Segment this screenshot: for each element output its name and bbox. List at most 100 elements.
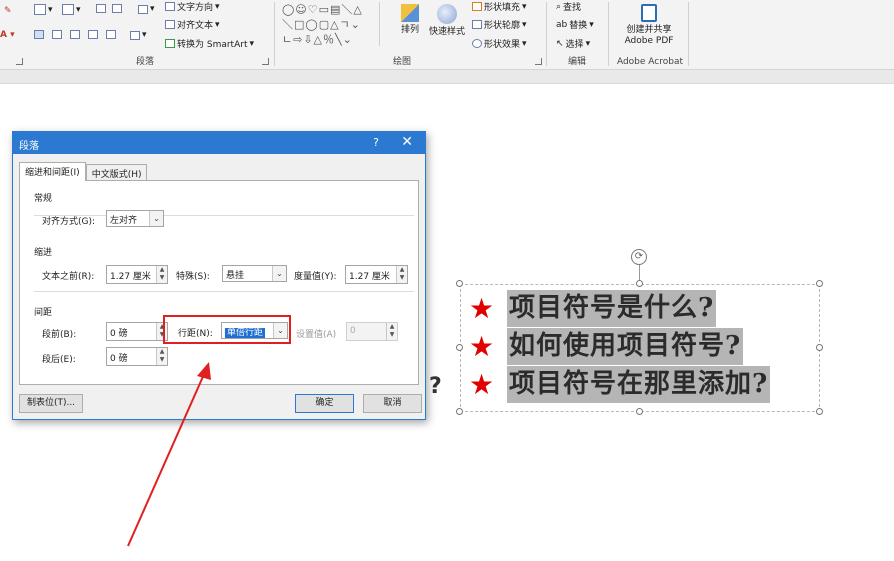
drawing-dialog-launcher[interactable]: [535, 58, 542, 65]
at-spinner[interactable]: 0 ▲ ▼: [346, 322, 398, 341]
search-icon: ⌕: [556, 1, 562, 12]
align-left-button[interactable]: [34, 30, 44, 39]
indentation-section-title: 缩进: [34, 248, 53, 258]
before-spacing-value: 0 磅: [110, 329, 128, 339]
decrease-indent-button[interactable]: [96, 4, 106, 13]
resize-handle[interactable]: [816, 280, 823, 287]
group-separator: [274, 2, 275, 66]
font-dialog-launcher[interactable]: [16, 58, 23, 65]
divider: [34, 291, 414, 292]
resize-handle[interactable]: [456, 344, 463, 351]
replace-button[interactable]: ab 替换 ▾: [556, 18, 594, 32]
align-center-button[interactable]: [52, 30, 62, 39]
shape-outline-label: 形状轮廓: [484, 21, 521, 31]
convert-smartart-button[interactable]: 转换为 SmartArt ▾: [165, 37, 254, 50]
spinner-arrows-icon[interactable]: ▲ ▼: [156, 348, 167, 365]
text-direction-label: 文字方向: [177, 3, 214, 13]
after-spacing-spinner[interactable]: 0 磅 ▲ ▼: [106, 347, 168, 366]
by-label: 度量值(Y):: [294, 272, 337, 282]
special-select[interactable]: 悬挂 ⌄: [222, 265, 287, 282]
star-bullet-icon: ★: [469, 329, 495, 363]
increase-indent-button[interactable]: [112, 4, 122, 13]
align-right-button[interactable]: [70, 30, 80, 39]
distributed-button[interactable]: [106, 30, 116, 39]
before-spacing-label: 段前(B):: [42, 330, 77, 340]
tabs-button[interactable]: 制表位(T)...: [19, 394, 83, 413]
dialog-tabs: 缩进和间距(I) 中文版式(H): [19, 162, 148, 181]
help-icon[interactable]: ?: [373, 136, 379, 149]
line-spacing-button[interactable]: ▾: [138, 4, 155, 14]
before-spacing-spinner[interactable]: 0 磅 ▲ ▼: [106, 322, 168, 341]
tab-panel: 常规 对齐方式(G): 左对齐 ⌄ 缩进 文本之前(R): 1.27 厘米 ▲ ▼…: [19, 180, 419, 385]
columns-button[interactable]: ▾: [130, 30, 147, 40]
line-spacing-highlight: [163, 315, 291, 344]
spacing-section-title: 间距: [34, 308, 53, 318]
spinner-arrows-icon[interactable]: ▲ ▼: [396, 266, 407, 283]
arrange-button[interactable]: 排列: [396, 0, 424, 36]
group-separator: [608, 2, 609, 66]
resize-handle[interactable]: [636, 408, 643, 415]
acrobat-group-label: Adobe Acrobat: [616, 57, 684, 67]
paragraph-dialog-launcher[interactable]: [262, 58, 269, 65]
resize-handle[interactable]: [636, 280, 643, 287]
adobe-pdf-icon: [641, 4, 657, 22]
spinner-arrows-icon[interactable]: ▲ ▼: [156, 266, 167, 283]
special-value: 悬挂: [226, 271, 245, 281]
shapes-gallery[interactable]: ◯☺♡▭▤＼△ ＼□◯▢△ㄱ⌄ ㄴ⇨⇩△％╲⌄: [282, 2, 388, 46]
tab-indents-spacing[interactable]: 缩进和间距(I): [19, 162, 86, 181]
pen-icon[interactable]: ✎: [4, 6, 12, 16]
ok-button[interactable]: 确定: [295, 394, 354, 413]
shape-outline-button[interactable]: 形状轮廓 ▾: [472, 18, 527, 31]
arrange-label: 排列: [400, 25, 419, 35]
replace-icon: ab: [556, 19, 568, 30]
group-separator: [688, 2, 689, 66]
resize-handle[interactable]: [456, 408, 463, 415]
after-spacing-value: 0 磅: [110, 354, 128, 364]
select-button[interactable]: ↖ 选择 ▾: [556, 37, 590, 51]
bullet-line: ★ 如何使用项目符号?: [469, 328, 744, 365]
dialog-title: 段落: [19, 141, 39, 152]
editing-group-label: 编辑: [567, 57, 586, 67]
general-section-title: 常规: [34, 194, 53, 204]
cancel-button[interactable]: 取消: [363, 394, 422, 413]
dialog-titlebar: 段落 ? ✕: [13, 132, 425, 154]
bullet-text: 项目符号在那里添加?: [507, 366, 771, 403]
find-button[interactable]: ⌕ 查找: [556, 0, 581, 14]
cursor-icon: ↖: [556, 38, 564, 49]
numbering-button[interactable]: ▾: [62, 4, 81, 15]
bullet-line: ★ 项目符号在那里添加?: [469, 366, 771, 403]
align-text-button[interactable]: 对齐文本 ▾: [165, 18, 220, 31]
shape-fill-button[interactable]: 形状填充 ▾: [472, 0, 527, 13]
resize-handle[interactable]: [456, 280, 463, 287]
align-text-label: 对齐文本: [177, 21, 214, 31]
close-icon[interactable]: ✕: [401, 134, 413, 150]
shapes-gallery-scroll[interactable]: [379, 2, 391, 46]
bullets-button[interactable]: ▾: [34, 4, 53, 15]
alignment-value: 左对齐: [110, 216, 138, 226]
justify-button[interactable]: [88, 30, 98, 39]
quick-styles-button[interactable]: 快速样式: [426, 0, 468, 38]
convert-smartart-label: 转换为 SmartArt: [177, 40, 248, 50]
by-spinner[interactable]: 1.27 厘米 ▲ ▼: [345, 265, 408, 284]
before-text-label: 文本之前(R):: [42, 272, 95, 282]
ribbon: ✎ ▾ ▾ ▾ 文字方向 ▾ 对齐文本 ▾ 转换为 SmartArt ▾ A ▾ ▾ …: [0, 0, 894, 70]
arrange-icon: [401, 4, 419, 22]
shapes-row-2: ＼□◯▢△ㄱ⌄: [282, 18, 361, 31]
alignment-select[interactable]: 左对齐 ⌄: [106, 210, 164, 227]
by-value: 1.27 厘米: [349, 272, 390, 282]
ribbon-collapse-band: [0, 70, 894, 84]
star-bullet-icon: ★: [469, 291, 495, 325]
bullet-text: 如何使用项目符号?: [507, 328, 744, 365]
before-text-spinner[interactable]: 1.27 厘米 ▲ ▼: [106, 265, 168, 284]
font-color-button[interactable]: A ▾: [0, 30, 15, 40]
alignment-label: 对齐方式(G):: [42, 217, 96, 227]
tab-asian-typography[interactable]: 中文版式(H): [85, 164, 148, 181]
create-share-pdf-button[interactable]: 创建并共享 Adobe PDF: [616, 0, 682, 47]
text-direction-button[interactable]: 文字方向 ▾: [165, 0, 220, 13]
resize-handle[interactable]: [816, 408, 823, 415]
shape-effects-button[interactable]: 形状效果 ▾: [472, 37, 527, 50]
rotate-icon[interactable]: ⟳: [631, 249, 647, 265]
shape-fill-label: 形状填充: [484, 3, 521, 13]
resize-handle[interactable]: [816, 344, 823, 351]
chevron-down-icon: ⌄: [149, 211, 163, 226]
